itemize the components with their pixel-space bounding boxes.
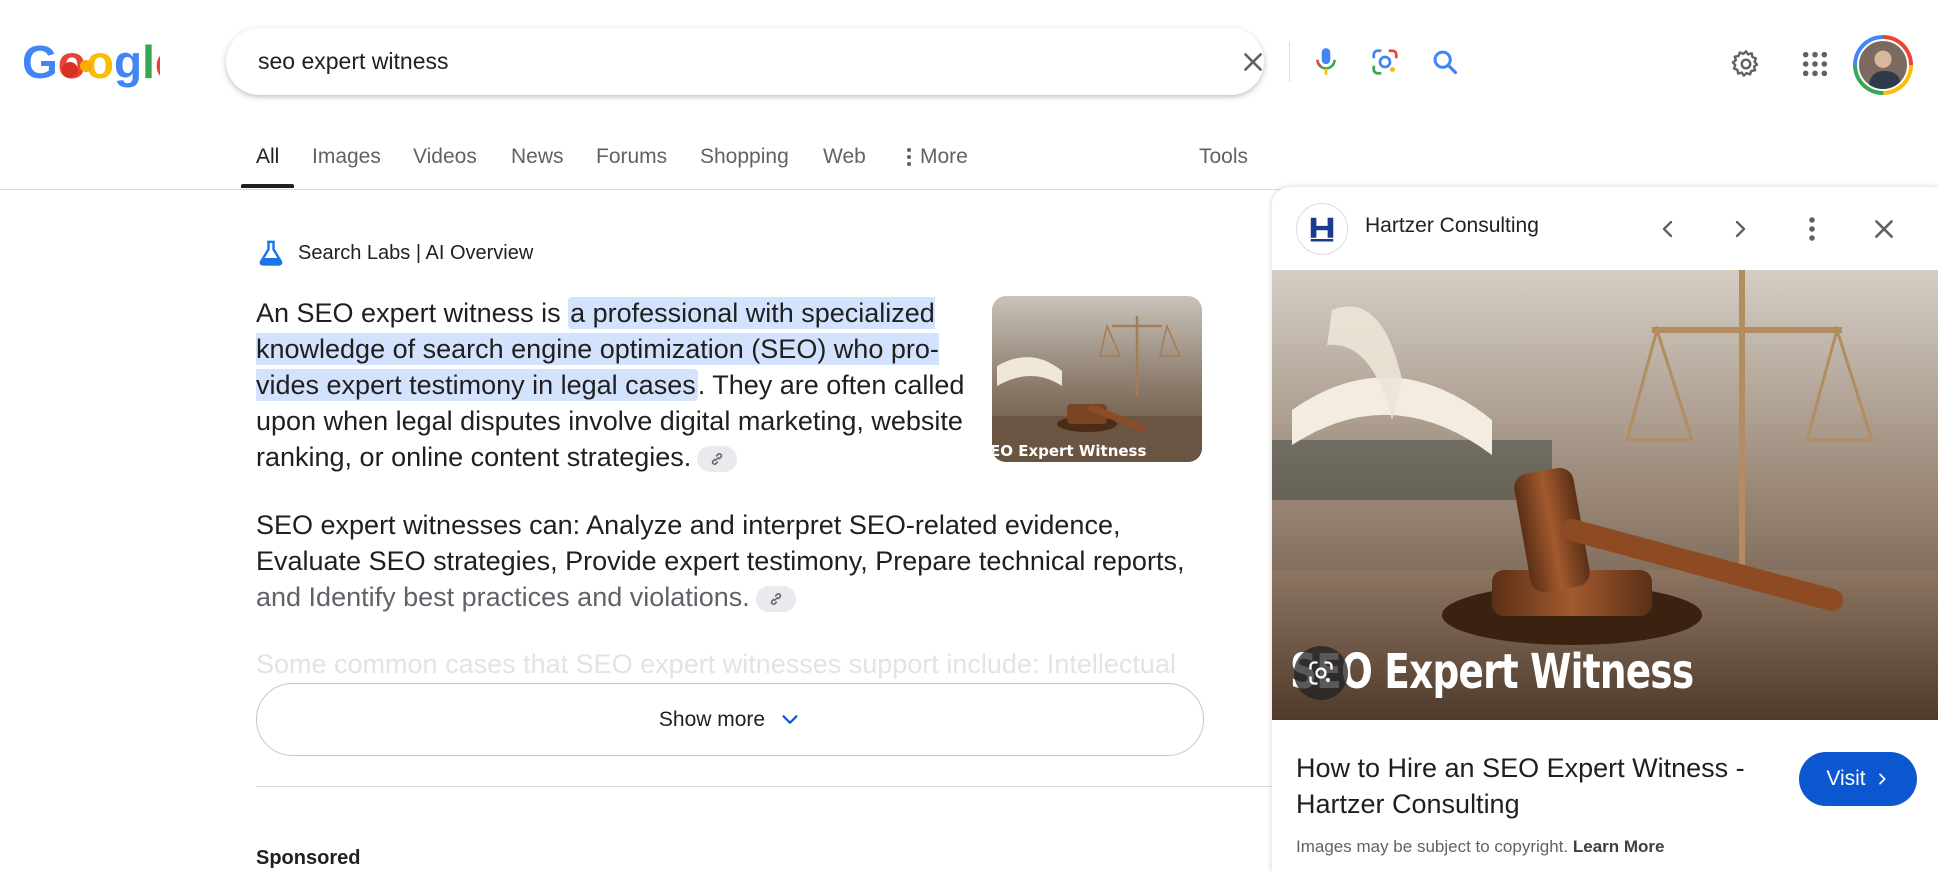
ai-overview-header: Search Labs | AI Overview [256,238,533,268]
search-tabs: All Images Videos News Forums Shopping W… [0,138,1938,190]
learn-more-link[interactable]: Learn More [1573,837,1665,856]
search-divider [1289,42,1290,82]
visit-button[interactable]: Visit [1799,752,1917,806]
tab-more[interactable]: More [906,145,968,169]
show-more-button[interactable]: Show more [256,683,1204,756]
apps-grid-icon[interactable] [1794,43,1836,85]
p1-text-start: An SEO expert witness is [256,298,569,328]
more-vertical-icon [907,148,911,167]
tab-more-label: More [920,145,968,168]
result-title[interactable]: How to Hire an SEO Expert Witness - Hart… [1296,750,1756,822]
tab-shopping[interactable]: Shopping [700,145,789,169]
ai-overview-paragraph-3-faded: Some common cases that SEO expert witnes… [256,649,1176,679]
image-caption-overlay: SEO Expert Witness [1290,644,1694,700]
tab-tools[interactable]: Tools [1199,145,1248,169]
sponsored-label: Sponsored [256,847,361,869]
tab-all[interactable]: All [256,145,279,169]
active-tab-indicator [241,184,294,188]
tab-images[interactable]: Images [312,145,381,169]
google-logo[interactable]: Google [22,36,180,88]
image-viewer-panel: Hartzer Consulting SEO Expert Witness Ho… [1272,187,1938,872]
source-link-chip-2[interactable] [755,585,796,612]
site-name[interactable]: Hartzer Consulting [1365,214,1539,238]
tab-forums[interactable]: Forums [596,145,667,169]
lens-search-icon[interactable] [1294,646,1348,700]
search-box[interactable]: seo expert witness [226,28,1458,95]
previous-chevron-icon[interactable] [1646,207,1690,251]
chevron-right-icon [1878,773,1886,785]
thumb-caption: EO Expert Witness [992,442,1146,460]
chevron-down-icon [782,714,798,724]
p2-text: SEO expert witnesses can: Analyze and in… [256,510,1185,576]
section-divider [256,786,1276,787]
p2-text-faded: and Identify best practices and violatio… [256,582,750,612]
source-link-chip[interactable] [697,445,738,472]
link-icon [770,592,781,605]
settings-gear-icon[interactable] [1725,43,1767,85]
tab-web[interactable]: Web [823,145,866,169]
more-options-icon[interactable] [1790,207,1834,251]
site-favicon[interactable] [1296,203,1348,255]
ai-overview-paragraph-2: SEO expert witnesses can: Analyze and in… [256,507,1216,615]
clear-icon[interactable] [1232,41,1274,83]
tab-news[interactable]: News [511,145,564,169]
account-avatar[interactable] [1853,35,1913,95]
close-icon[interactable] [1862,207,1906,251]
ai-overview-thumbnail[interactable]: EO Expert Witness [992,296,1202,462]
ai-overview-paragraph-1: An SEO expert witness is a professional … [256,295,986,475]
labs-flask-icon [259,240,283,266]
lens-icon[interactable] [1364,41,1406,83]
visit-label: Visit [1826,767,1866,790]
preview-image[interactable]: SEO Expert Witness [1272,270,1938,720]
show-more-label: Show more [658,707,766,731]
copyright-notice: Images may be subject to copyright. Lear… [1296,837,1665,857]
search-icon[interactable] [1424,41,1466,83]
search-input[interactable]: seo expert witness [258,48,448,75]
link-icon [712,452,723,465]
next-chevron-icon[interactable] [1718,207,1762,251]
copyright-text: Images may be subject to copyright. [1296,837,1569,856]
tab-videos[interactable]: Videos [413,145,477,169]
microphone-icon[interactable] [1305,41,1347,83]
ai-overview-title: Search Labs | AI Overview [298,241,534,264]
